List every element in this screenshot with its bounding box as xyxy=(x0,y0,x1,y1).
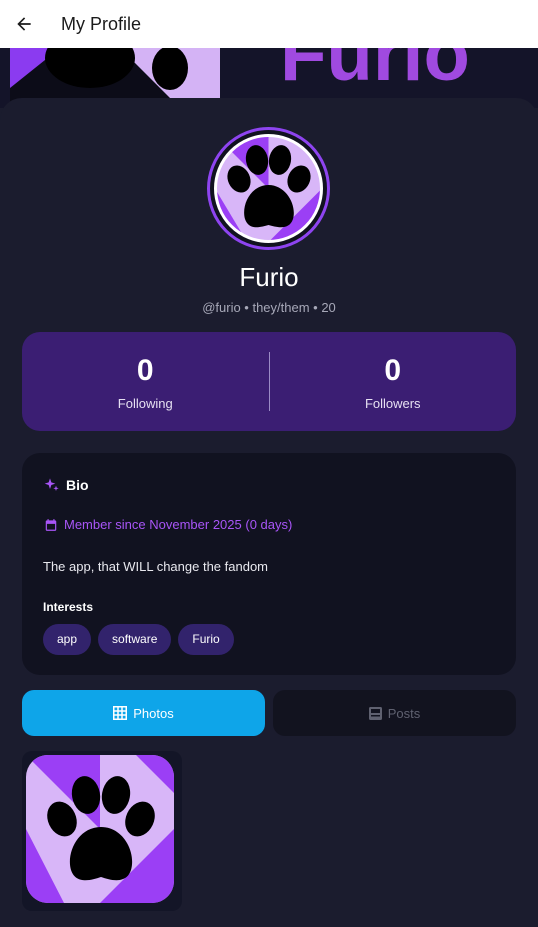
app-bar: My Profile xyxy=(0,0,538,48)
profile-name: Furio xyxy=(239,262,299,292)
paw-avatar-icon xyxy=(207,127,330,250)
interest-chips: app software Furio xyxy=(43,624,234,655)
sparkles-icon xyxy=(44,478,59,491)
avatar[interactable] xyxy=(207,127,330,250)
tab-posts-label: Posts xyxy=(387,705,421,721)
member-since: Member since November 2025 (0 days) xyxy=(44,517,292,532)
profile-handle: @furio • they/them • 20 xyxy=(202,300,336,315)
following-stat[interactable]: 0 Following xyxy=(22,332,269,431)
bio-title: Bio xyxy=(66,477,89,493)
posts-icon xyxy=(368,706,382,720)
content-tabs: Photos Posts xyxy=(22,690,516,736)
bio-card: Bio Member since November 2025 (0 days) … xyxy=(22,453,516,675)
followers-label: Followers xyxy=(364,396,421,411)
following-count: 0 xyxy=(136,354,154,387)
member-since-text: Member since November 2025 (0 days) xyxy=(64,517,293,532)
followers-count: 0 xyxy=(384,354,402,387)
banner-text: Furio xyxy=(280,48,470,97)
grid-icon xyxy=(113,706,128,720)
interest-chip[interactable]: software xyxy=(98,624,172,655)
stats-card: 0 Following 0 Followers xyxy=(22,332,516,431)
followers-stat[interactable]: 0 Followers xyxy=(270,332,517,431)
bio-text: The app, that WILL change the fandom xyxy=(43,559,268,574)
arrow-left-icon xyxy=(17,17,31,31)
tab-photos[interactable]: Photos xyxy=(22,690,265,736)
tab-photos-label: Photos xyxy=(133,705,174,721)
interest-chip[interactable]: Furio xyxy=(178,624,234,655)
photo-thumbnail[interactable] xyxy=(22,751,182,911)
interests-label: Interests xyxy=(43,600,94,614)
page-title: My Profile xyxy=(61,13,142,34)
back-button[interactable] xyxy=(0,0,48,48)
calendar-icon xyxy=(45,518,57,531)
following-label: Following xyxy=(117,396,173,411)
paw-photo-icon xyxy=(26,755,174,903)
interest-chip[interactable]: app xyxy=(43,624,92,655)
bio-header: Bio xyxy=(44,477,89,493)
tab-posts[interactable]: Posts xyxy=(273,690,516,736)
